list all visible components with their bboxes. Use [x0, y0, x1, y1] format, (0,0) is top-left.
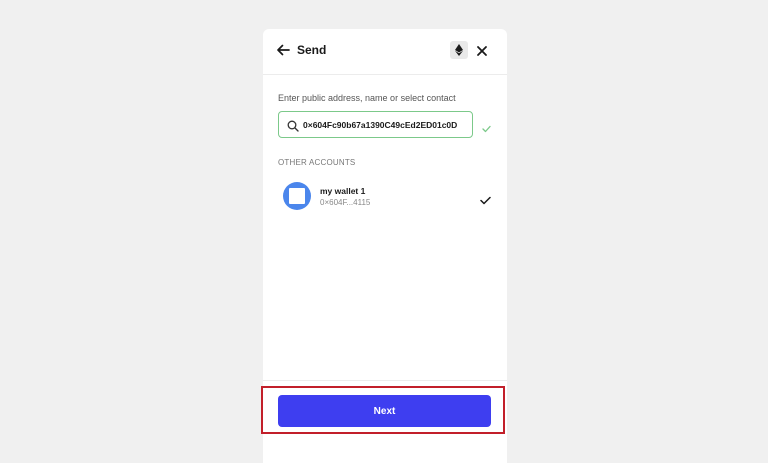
recipient-address-input[interactable]	[303, 117, 469, 133]
check-icon	[482, 120, 491, 133]
account-item[interactable]: my wallet 1 0×604F...4115	[278, 177, 496, 213]
recipient-address-field[interactable]	[278, 111, 473, 138]
selected-check-icon	[480, 192, 491, 205]
account-address: 0×604F...4115	[320, 198, 371, 207]
next-button[interactable]: Next	[278, 395, 491, 427]
close-icon[interactable]	[476, 44, 488, 56]
avatar-square	[289, 188, 305, 204]
page-title: Send	[297, 43, 327, 57]
other-accounts-heading: OTHER ACCOUNTS	[278, 158, 356, 167]
account-name: my wallet 1	[320, 186, 366, 196]
search-icon	[287, 119, 299, 132]
arrow-left-icon[interactable]	[276, 43, 290, 57]
avatar	[283, 182, 311, 210]
ethereum-icon[interactable]	[450, 41, 468, 59]
recipient-label: Enter public address, name or select con…	[278, 93, 456, 103]
send-header: Send	[263, 29, 507, 75]
